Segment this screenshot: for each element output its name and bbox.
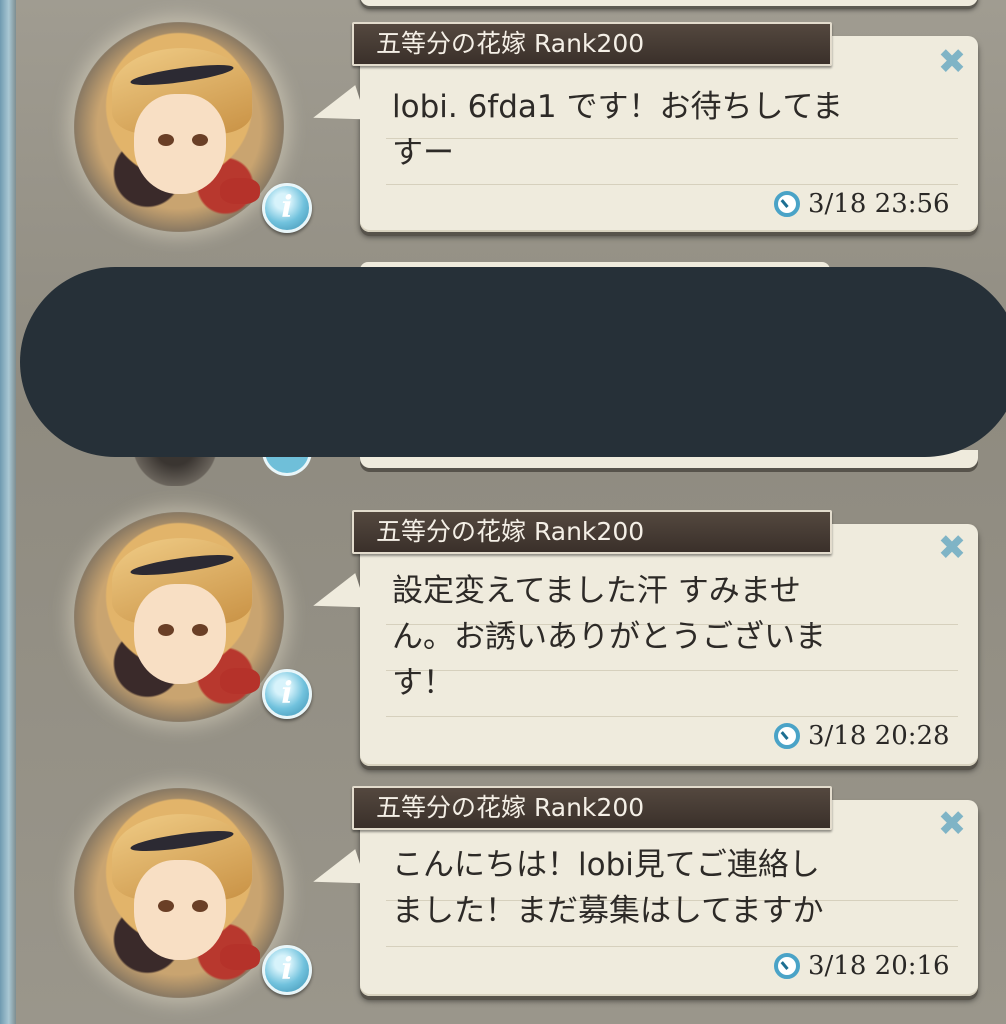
message-text: こんにちは！lobi見てご連絡し ました！まだ募集はしてますか [392, 847, 824, 929]
avatar-face [134, 584, 226, 684]
message-timestamp: 3/18 20:16 [808, 951, 950, 981]
info-icon[interactable]: i [262, 183, 312, 233]
avatar-eye-right [192, 134, 208, 146]
redaction-overlay [20, 267, 1006, 457]
sender-name-tag: 五等分の花嫁 Rank200 [352, 22, 832, 66]
avatar-eye-right [192, 624, 208, 636]
avatar-ribbon [220, 944, 260, 970]
sender-avatar[interactable] [74, 22, 284, 232]
message-text: 設定変えてました汗 すみませ ん。お誘いありがとうございま す！ [392, 573, 826, 701]
sender-avatar[interactable] [74, 512, 284, 722]
avatar-eye-left [158, 624, 174, 636]
info-icon[interactable]: i [262, 669, 312, 719]
avatar-ribbon [220, 178, 260, 204]
avatar-eye-right [192, 900, 208, 912]
sender-name-tag: 五等分の花嫁 Rank200 [352, 786, 832, 830]
avatar-face [134, 860, 226, 960]
clock-icon [774, 723, 800, 749]
avatar-eye-left [158, 134, 174, 146]
previous-message-bubble-edge [360, 0, 978, 6]
message-timestamp: 3/18 20:28 [808, 721, 950, 751]
avatar-ribbon [220, 668, 260, 694]
timestamp-row: 3/18 23:56 [774, 188, 950, 220]
sender-avatar[interactable] [74, 788, 284, 998]
clock-icon [774, 953, 800, 979]
side-rail [0, 0, 16, 1024]
info-icon[interactable]: i [262, 945, 312, 995]
avatar-eye-left [158, 900, 174, 912]
close-icon[interactable]: ✖ [934, 44, 970, 80]
close-icon[interactable]: ✖ [934, 530, 970, 566]
timestamp-row: 3/18 20:28 [774, 720, 950, 752]
message-timestamp: 3/18 23:56 [808, 189, 950, 219]
text-rule [386, 184, 958, 185]
avatar-face [134, 94, 226, 194]
text-rule [386, 716, 958, 717]
timestamp-row: 3/18 20:16 [774, 950, 950, 982]
close-icon[interactable]: ✖ [934, 806, 970, 842]
text-rule [386, 946, 958, 947]
clock-icon [774, 191, 800, 217]
message-text: lobi. 6fda1 です！お待ちしてま すー [392, 89, 843, 171]
sender-name-tag: 五等分の花嫁 Rank200 [352, 510, 832, 554]
